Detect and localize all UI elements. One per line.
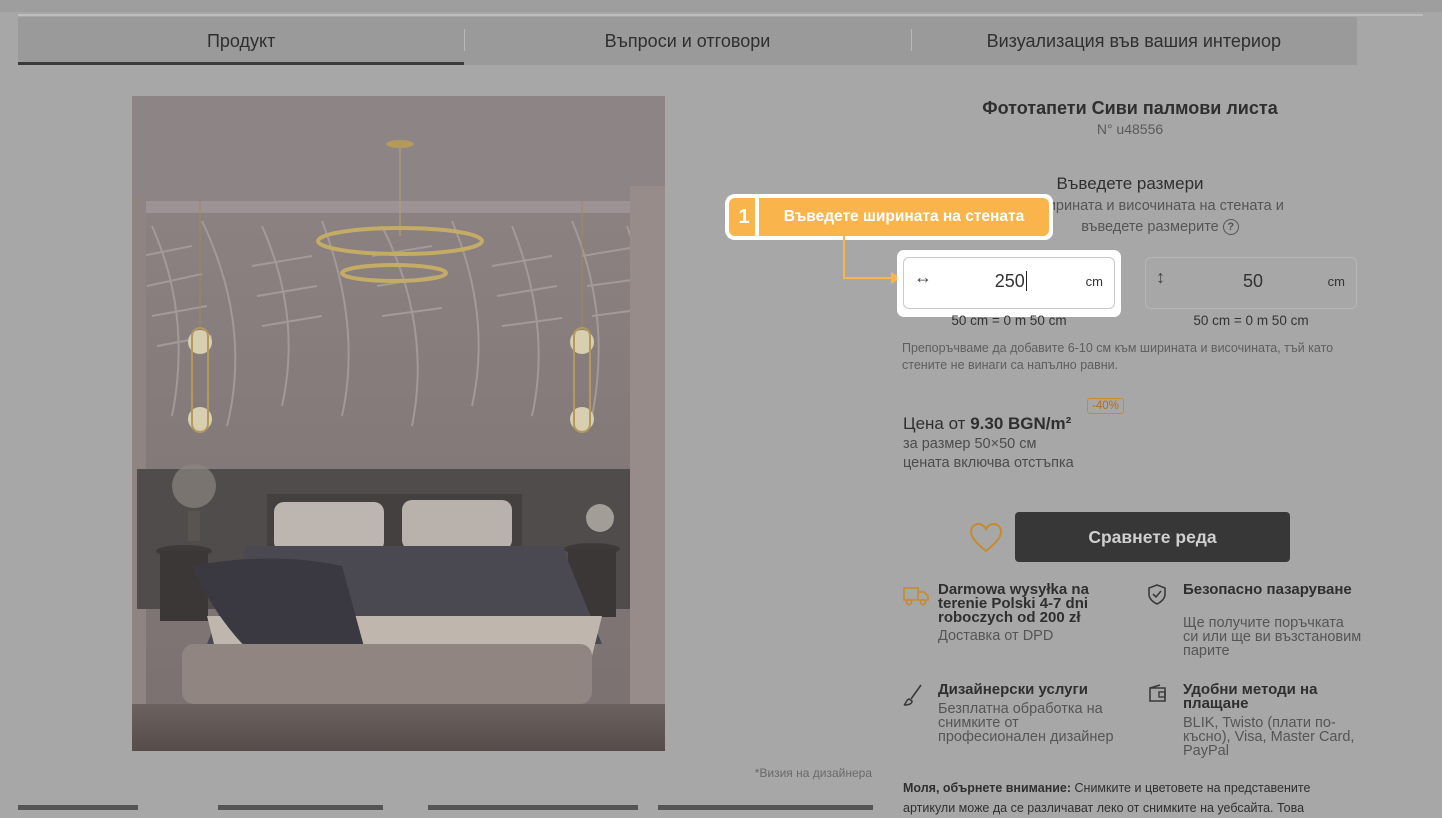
feature-desc: BLIK, Twisto (плати по-късно), Visa, Mas… — [1183, 715, 1355, 759]
height-unit: cm — [1327, 274, 1345, 289]
tooltip-arrow-icon — [843, 236, 901, 284]
horizontal-arrows-icon: ↔ — [914, 267, 932, 287]
help-icon[interactable]: ? — [1222, 219, 1239, 236]
feature-title: Безопасно пазаруване — [1183, 581, 1352, 598]
tab-visualization[interactable]: Визуализация във вашия интериор — [910, 17, 1357, 65]
discount-badge: -40% — [1087, 398, 1124, 414]
top-bar — [0, 0, 1442, 12]
wallet-icon — [1149, 684, 1166, 702]
bedroom-illustration — [132, 96, 665, 751]
tooltip-label: Въведете ширината на стената — [759, 198, 1049, 236]
height-conversion: 50 cm = 0 m 50 cm — [1193, 313, 1309, 328]
heart-icon[interactable] — [969, 522, 1003, 554]
compare-button[interactable]: Сравнете реда — [1015, 512, 1290, 562]
dimensions-heading: Въведете размери — [1056, 174, 1204, 193]
height-input[interactable]: ↕ 50 cm — [1145, 257, 1357, 309]
price: Цена от 9.30 BGN/m² — [903, 414, 1072, 433]
thumbnail-strip[interactable] — [18, 805, 873, 810]
feature-title: Darmowa wysyłka na terenie Polski 4-7 dn… — [938, 581, 1089, 626]
feature-desc: Ще получите поръчката си или ще ви възст… — [1183, 615, 1362, 659]
dimensions-subtitle-line2: въведете размерите — [1081, 219, 1219, 235]
height-value: 50 — [1242, 271, 1264, 291]
product-sku: N° u48556 — [1096, 121, 1164, 137]
price-size-note: за размер 50×50 см — [903, 436, 1037, 452]
tab-questions[interactable]: Въпроси и отговори — [464, 17, 910, 65]
width-value: 250 — [948, 271, 1074, 292]
brush-icon — [903, 684, 922, 706]
price-discount-note: цената включва отстъпка — [903, 455, 1074, 471]
tooltip-step-number: 1 — [729, 198, 759, 236]
size-recommendation: Препоръчваме да добавите 6-10 см към шир… — [902, 341, 1334, 372]
feature-desc: Доставка от DPD — [938, 628, 1054, 644]
tab-product[interactable]: Продукт — [18, 17, 465, 65]
product-tabs: Продукт Въпроси и отговори Визуализация … — [18, 17, 1357, 65]
width-conversion: 50 cm = 0 m 50 cm — [951, 313, 1067, 328]
width-input[interactable]: ↔ 250 cm — [903, 257, 1115, 309]
price-amount: 9.30 BGN/m² — [970, 414, 1072, 433]
image-caption: *Визия на дизайнера — [754, 766, 872, 780]
top-divider — [18, 14, 1423, 16]
feature-title: Удобни методи на плащане — [1183, 681, 1318, 712]
feature-title: Дизайнерски услуги — [938, 681, 1088, 698]
notice-text: Моля, обърнете внимание: Снимките и цвет… — [903, 781, 1311, 815]
product-title: Фототапети Сиви палмови листа — [982, 98, 1278, 118]
product-image[interactable] — [132, 96, 665, 751]
feature-desc: Безплатна обработка на снимките от профе… — [938, 701, 1114, 745]
shield-icon — [1148, 584, 1166, 605]
vertical-arrows-icon: ↕ — [1156, 267, 1165, 287]
width-unit: cm — [1085, 274, 1103, 289]
truck-icon — [903, 587, 929, 606]
